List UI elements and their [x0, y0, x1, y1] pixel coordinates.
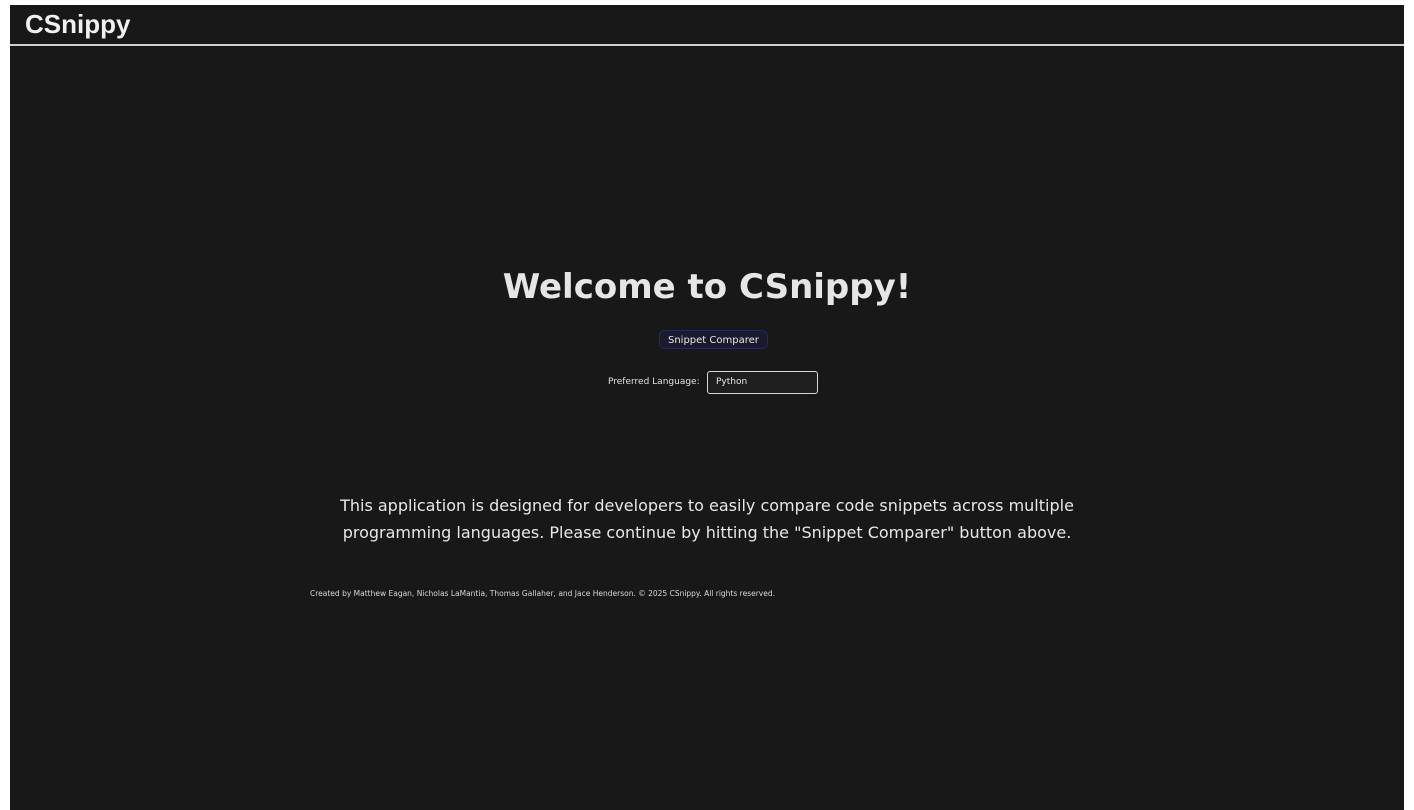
- footer-credits: Created by Matthew Eagan, Nicholas LaMan…: [310, 589, 776, 598]
- app-logo[interactable]: CSnippy: [25, 7, 130, 41]
- description-line-1: This application is designed for develop…: [340, 496, 1074, 515]
- app-description: This application is designed for develop…: [10, 492, 1404, 546]
- welcome-title: Welcome to CSnippy!: [502, 267, 912, 307]
- app-window: CSnippy Welcome to CSnippy! Snippet Comp…: [10, 5, 1404, 810]
- preferred-language-label: Preferred Language:: [608, 377, 700, 387]
- header-bar: CSnippy: [10, 5, 1404, 46]
- description-line-2: programming languages. Please continue b…: [342, 523, 1072, 542]
- snippet-comparer-button[interactable]: Snippet Comparer: [659, 330, 768, 349]
- preferred-language-select[interactable]: Python: [707, 371, 818, 394]
